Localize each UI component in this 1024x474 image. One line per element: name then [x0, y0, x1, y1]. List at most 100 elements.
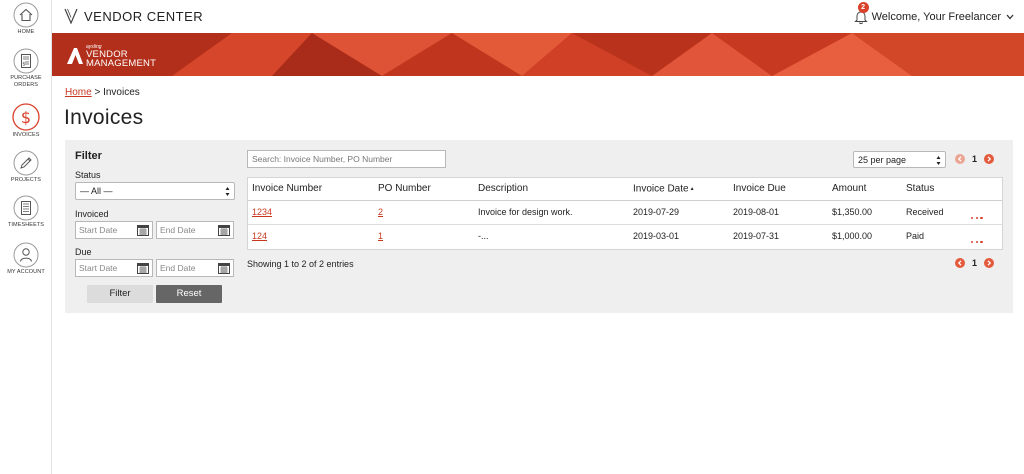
col-invoice-number[interactable]: Invoice Number [252, 178, 322, 200]
chevron-down-icon [1006, 14, 1014, 20]
notifications[interactable]: 2 [853, 2, 869, 25]
calendar-icon[interactable] [137, 225, 149, 236]
nav-label-home: HOME [17, 29, 35, 35]
top-header: VENDOR CENTER 2 Welcome, Your Freelancer [52, 0, 1024, 33]
pager-bottom: 1 [955, 258, 995, 268]
col-po-number[interactable]: PO Number [378, 178, 431, 200]
breadcrumb-current: Invoices [103, 87, 140, 98]
po-number-link[interactable]: 2 [378, 207, 383, 217]
col-status[interactable]: Status [906, 178, 934, 200]
due-start-date-input[interactable]: Start Date [75, 259, 153, 277]
invoices-table: Invoice Number PO Number Description Inv… [247, 177, 1003, 250]
page-title: Invoices [64, 106, 144, 129]
table-row: 1234 2 Invoice for design work. 2019-07-… [248, 201, 1002, 225]
po-number-link[interactable]: 1 [378, 231, 383, 241]
row-actions-more-icon[interactable] [971, 235, 985, 245]
invoice-due-cell: 2019-07-31 [733, 231, 780, 241]
due-end-placeholder: End Date [160, 263, 196, 273]
breadcrumb-home-link[interactable]: Home [65, 87, 92, 98]
breadcrumb-separator: > [94, 87, 101, 98]
per-page-value: 25 per page [858, 154, 907, 165]
chevron-left-icon [957, 156, 962, 162]
vendor-management-logo: aysling VENDOR MANAGEMENT [66, 44, 156, 68]
table-row: 124 1 -... 2019-03-01 2019-07-31 $1,000.… [248, 225, 1002, 249]
nav-label-purchase-orders: PURCHASE ORDERS [10, 75, 42, 88]
nav-label-invoices: INVOICES [12, 132, 40, 138]
user-icon [13, 242, 39, 268]
due-start-placeholder: Start Date [79, 263, 118, 273]
logo-line-2: MANAGEMENT [86, 58, 157, 69]
next-page-button[interactable] [984, 258, 995, 268]
due-end-date-input[interactable]: End Date [156, 259, 234, 277]
brand-v-logo-icon [64, 8, 78, 24]
invoiced-label: Invoiced [75, 209, 109, 219]
status-select-value: — All — [80, 186, 113, 196]
app-title: VENDOR CENTER [84, 8, 204, 24]
invoiced-start-date-input[interactable]: Start Date [75, 221, 153, 239]
user-menu[interactable]: 2 Welcome, Your Freelancer [853, 2, 1014, 25]
nav-item-timesheets[interactable]: TIMESHEETS [0, 195, 52, 229]
home-icon [13, 2, 39, 28]
calendar-icon[interactable] [137, 263, 149, 274]
due-label: Due [75, 247, 92, 257]
reset-button[interactable]: Reset [156, 285, 222, 303]
chevron-left-icon [957, 260, 962, 266]
brand-banner: aysling VENDOR MANAGEMENT [52, 33, 1024, 76]
col-invoice-date-label: Invoice Date [633, 183, 689, 195]
nav-item-home[interactable]: HOME [0, 2, 52, 36]
nav-item-my-account[interactable]: MY ACCOUNT [0, 242, 52, 276]
invoiced-end-placeholder: End Date [160, 225, 196, 235]
search-input[interactable]: Search: Invoice Number, PO Number [247, 150, 446, 168]
invoices-panel: Filter Status — All — Invoiced Start Dat… [65, 140, 1013, 313]
pager-top: 1 [955, 154, 995, 164]
nav-item-projects[interactable]: PROJECTS [0, 150, 52, 184]
breadcrumb: Home > Invoices [65, 87, 140, 98]
invoiced-end-date-input[interactable]: End Date [156, 221, 234, 239]
filter-section: Filter [75, 150, 235, 162]
invoiced-start-placeholder: Start Date [79, 225, 118, 235]
nav-item-invoices[interactable]: $ INVOICES [0, 103, 52, 139]
brand[interactable]: VENDOR CENTER [64, 7, 203, 25]
timesheet-icon [13, 195, 39, 221]
purchase-orders-icon: $ [13, 48, 39, 74]
invoice-number-link[interactable]: 1234 [252, 207, 272, 217]
col-description[interactable]: Description [478, 178, 528, 200]
status-label: Status [75, 170, 101, 180]
prev-page-button[interactable] [955, 154, 965, 164]
invoice-date-cell: 2019-07-29 [633, 207, 680, 217]
search-placeholder: Search: Invoice Number, PO Number [252, 154, 393, 164]
invoice-due-cell: 2019-08-01 [733, 207, 780, 217]
col-invoice-date[interactable]: Invoice Date▲ [633, 178, 695, 201]
nav-label-my-account: MY ACCOUNT [7, 269, 45, 275]
row-actions-more-icon[interactable] [971, 211, 985, 221]
status-cell: Paid [906, 231, 925, 241]
notification-badge: 2 [857, 2, 869, 13]
filter-button[interactable]: Filter [87, 285, 153, 303]
nav-item-purchase-orders[interactable]: $ PURCHASE ORDERS [0, 48, 52, 88]
calendar-icon[interactable] [218, 225, 230, 236]
page-number[interactable]: 1 [972, 258, 977, 268]
status-cell: Received [906, 207, 944, 217]
banner-pattern [52, 33, 1024, 76]
page-number[interactable]: 1 [972, 154, 977, 164]
col-amount[interactable]: Amount [832, 178, 866, 200]
calendar-icon[interactable] [218, 263, 230, 274]
per-page-select[interactable]: 25 per page [853, 151, 946, 168]
status-select[interactable]: — All — [75, 182, 235, 200]
welcome-text: Welcome, Your Freelancer [871, 11, 1001, 23]
sort-asc-icon: ▲ [689, 186, 695, 192]
aysling-a-logo-icon [67, 48, 83, 64]
amount-cell: $1,350.00 [832, 207, 873, 217]
filter-heading: Filter [75, 150, 102, 162]
next-page-button[interactable] [984, 154, 995, 164]
prev-page-button[interactable] [955, 258, 965, 268]
svg-text:$: $ [22, 62, 25, 68]
chevron-right-icon [987, 260, 992, 266]
amount-cell: $1,000.00 [832, 231, 873, 241]
invoice-number-link[interactable]: 124 [252, 231, 267, 241]
dollar-icon: $ [12, 103, 40, 131]
col-invoice-due[interactable]: Invoice Due [733, 178, 786, 200]
table-header-row: Invoice Number PO Number Description Inv… [248, 178, 1002, 201]
nav-label-projects: PROJECTS [10, 177, 42, 183]
invoice-date-cell: 2019-03-01 [633, 231, 680, 241]
